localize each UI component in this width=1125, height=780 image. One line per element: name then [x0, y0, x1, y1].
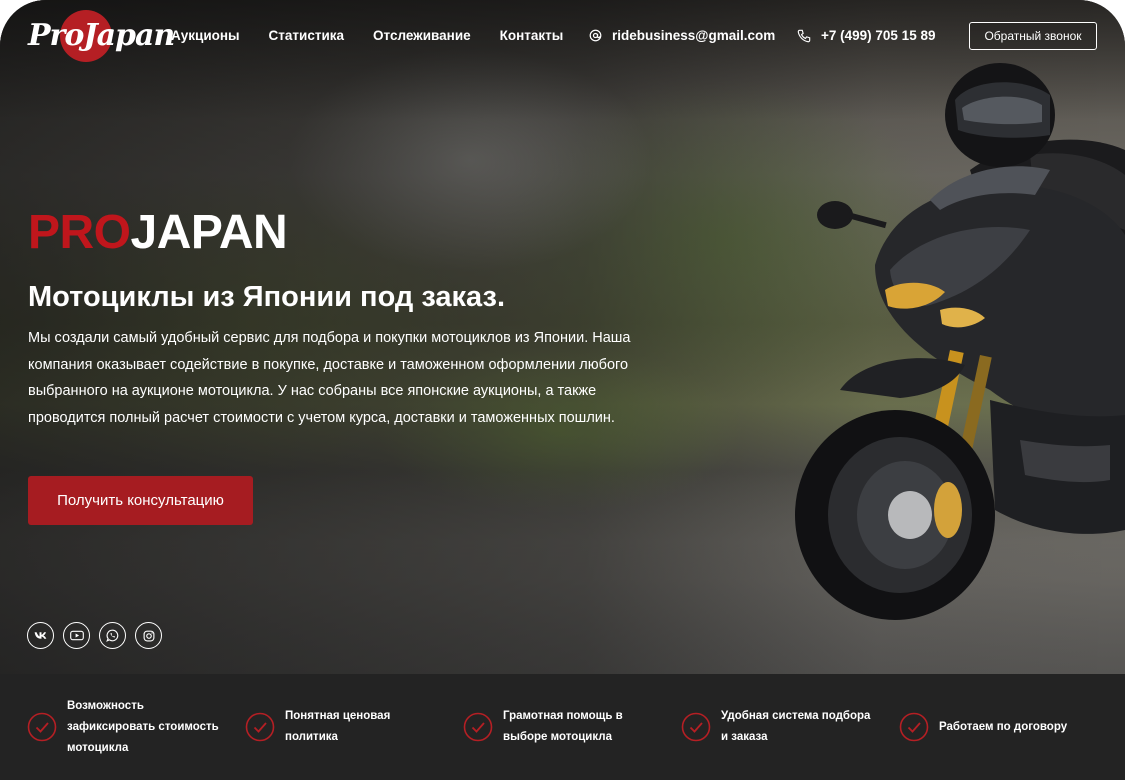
feature-expert-help: Грамотная помощь в выборе мотоцикла: [463, 674, 623, 780]
feature-line: Грамотная помощь в: [503, 710, 623, 722]
nav-item-contacts[interactable]: Контакты: [500, 28, 564, 43]
page: ProJapan Аукционы Статистика Отслеживани…: [0, 0, 1125, 780]
hero-description-line: компания оказывает содействие в покупке,…: [28, 356, 629, 373]
hero-headline: Мотоциклы из Японии под заказ.: [28, 281, 505, 313]
feature-text: Грамотная помощь в выборе мотоцикла: [503, 706, 623, 748]
nav-item-auctions[interactable]: Аукционы: [171, 28, 240, 43]
feature-line: мотоцикла: [67, 741, 129, 754]
logo[interactable]: ProJapan: [28, 10, 175, 64]
check-circle-icon: [463, 712, 493, 742]
brand-title-japan: JAPAN: [130, 206, 288, 259]
hero-description: Мы создали самый удобный сервис для подб…: [28, 325, 688, 431]
feature-text: Удобная система подбора и заказа: [721, 706, 870, 748]
feature-ordering-system: Удобная система подбора и заказа: [681, 674, 870, 780]
feature-text: Понятная ценовая политика: [285, 706, 390, 748]
feature-text: Возможность зафиксировать стоимость мото…: [67, 696, 219, 759]
feature-contract: Работаем по договору: [899, 674, 1067, 780]
email-contact[interactable]: ridebusiness@gmail.com: [589, 28, 775, 43]
feature-line: и заказа: [721, 731, 768, 743]
brand-title: PROJAPAN: [28, 205, 288, 260]
hero-description-line: Мы создали самый удобный сервис для подб…: [28, 330, 631, 346]
hero-description-line: проводится полный расчет стоимости с уче…: [28, 409, 615, 426]
get-consultation-button[interactable]: Получить консультацию: [28, 476, 253, 525]
nav-item-statistics[interactable]: Статистика: [269, 28, 344, 43]
phone-text: +7 (499) 705 15 89: [821, 28, 936, 43]
check-circle-icon: [245, 712, 275, 742]
feature-line: Понятная ценовая: [285, 710, 391, 722]
vk-icon[interactable]: [27, 622, 54, 649]
site-header: ProJapan Аукционы Статистика Отслеживани…: [0, 0, 1125, 72]
nav-item-tracking[interactable]: Отслеживание: [373, 28, 471, 43]
feature-line: политика: [285, 731, 338, 743]
feature-line: Работаем по договору: [939, 720, 1068, 733]
callback-button[interactable]: Обратный звонок: [969, 22, 1097, 50]
logo-text: ProJapan: [28, 18, 175, 53]
instagram-icon[interactable]: [135, 622, 162, 649]
email-text: ridebusiness@gmail.com: [612, 28, 776, 43]
motorcycle-image: [795, 63, 1125, 620]
check-circle-icon: [899, 712, 929, 742]
whatsapp-icon[interactable]: [99, 622, 126, 649]
main-nav: Аукционы Статистика Отслеживание Контакт…: [171, 28, 592, 43]
brand-title-pro: PRO: [28, 206, 131, 259]
phone-contact[interactable]: +7 (499) 705 15 89: [797, 28, 935, 43]
hero-description-line: выбранного на аукционе мотоцикла. У нас …: [28, 383, 597, 399]
social-links: [27, 622, 162, 649]
feature-line: зафиксировать стоимость: [67, 720, 219, 733]
feature-clear-pricing: Понятная ценовая политика: [245, 674, 390, 780]
feature-line: Возможность: [67, 699, 144, 712]
feature-text: Работаем по договору: [939, 717, 1067, 738]
feature-line: выборе мотоцикла: [503, 731, 612, 743]
feature-line: Удобная система подбора: [721, 710, 871, 722]
phone-icon: [797, 29, 811, 43]
check-circle-icon: [27, 712, 57, 742]
feature-fixed-price: Возможность зафиксировать стоимость мото…: [27, 674, 219, 780]
features-bar: Возможность зафиксировать стоимость мото…: [0, 674, 1125, 780]
at-icon: [589, 29, 602, 42]
check-circle-icon: [681, 712, 711, 742]
youtube-icon[interactable]: [63, 622, 90, 649]
